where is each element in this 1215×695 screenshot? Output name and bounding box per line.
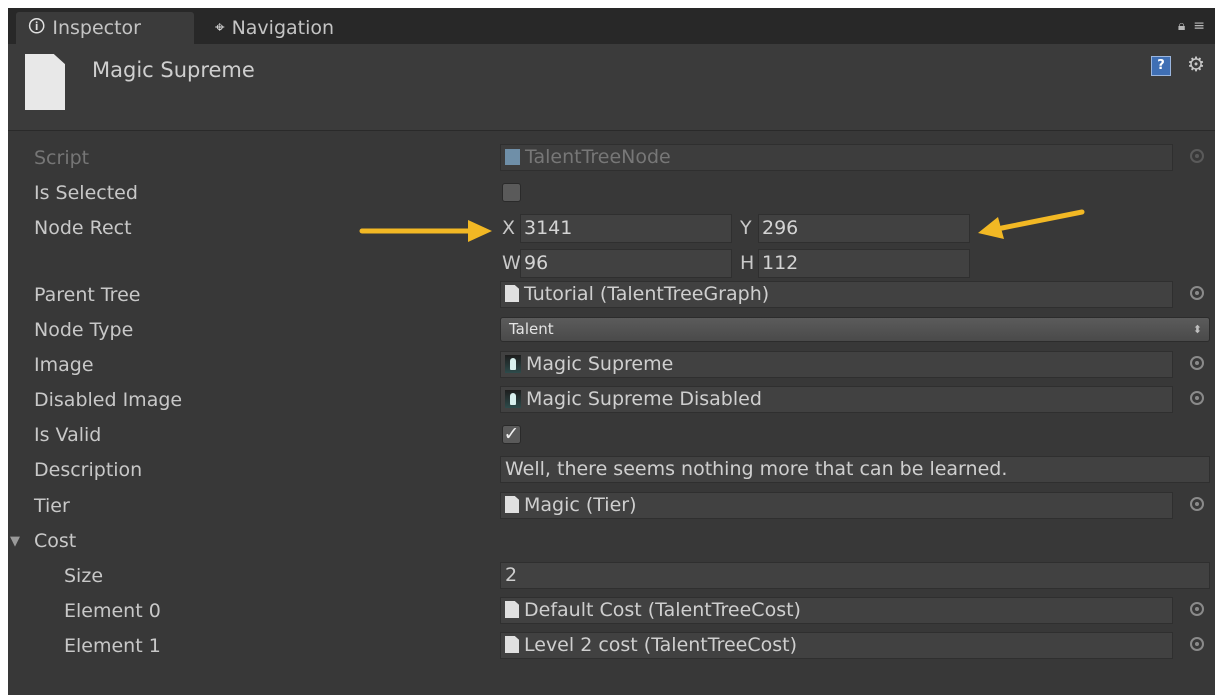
is-selected-checkbox[interactable] — [502, 183, 521, 202]
element-1-label: Element 1 — [64, 635, 161, 657]
document-icon — [25, 54, 65, 110]
object-picker-icon[interactable] — [1190, 637, 1204, 651]
element-0-field[interactable]: Default Cost (TalentTreeCost) — [500, 597, 1173, 624]
cost-size-label: Size — [64, 565, 104, 587]
asset-icon — [505, 636, 519, 653]
node-type-dropdown[interactable]: Talent ⬍ — [500, 317, 1210, 342]
script-label: Script — [34, 147, 90, 169]
arrow-annotation-right — [978, 209, 1085, 239]
help-icon[interactable]: ? — [1151, 56, 1171, 76]
image-field[interactable]: Magic Supreme — [500, 351, 1173, 378]
tab-inspector[interactable]: 🛈 Inspector — [16, 12, 194, 44]
sprite-icon — [505, 390, 521, 408]
gear-icon[interactable]: ⚙ — [1187, 52, 1205, 76]
row-cost[interactable]: ▼ Cost — [8, 524, 1215, 559]
asset-icon — [505, 601, 519, 618]
object-picker-icon — [1190, 149, 1204, 163]
script-icon — [505, 149, 520, 165]
tier-value: Magic (Tier) — [524, 494, 637, 516]
node-rect-label: Node Rect — [34, 217, 132, 239]
row-is-valid: Is Valid ✓ — [8, 418, 1215, 453]
rect-h-label: H — [740, 252, 755, 274]
row-tier: Tier Magic (Tier) — [8, 489, 1215, 524]
rect-x-label: X — [502, 217, 516, 239]
row-disabled-image: Disabled Image Magic Supreme Disabled — [8, 383, 1215, 418]
inspector-window: 🛈 Inspector ⌖ Navigation 🔒︎ ≡ Magic Supr… — [8, 8, 1215, 695]
rect-w-field[interactable]: 96 — [520, 249, 732, 278]
info-icon: 🛈 — [28, 16, 46, 37]
script-value: TalentTreeNode — [525, 146, 671, 168]
is-selected-label: Is Selected — [34, 182, 138, 204]
node-type-value: Talent — [509, 320, 554, 338]
tier-label: Tier — [34, 495, 70, 517]
description-field[interactable]: Well, there seems nothing more that can … — [500, 456, 1210, 483]
tab-bar: 🛈 Inspector ⌖ Navigation 🔒︎ ≡ — [8, 8, 1215, 44]
cost-size-field[interactable]: 2 — [500, 562, 1210, 589]
tab-navigation-label: Navigation — [231, 17, 335, 39]
cost-label: Cost — [34, 530, 77, 552]
element-0-value: Default Cost (TalentTreeCost) — [524, 599, 801, 621]
navigation-icon: ⌖ — [215, 18, 225, 38]
image-label: Image — [34, 354, 94, 376]
row-description: Description Well, there seems nothing mo… — [8, 453, 1215, 488]
tab-menu-controls: 🔒︎ ≡ — [1178, 18, 1205, 34]
arrow-annotation-left — [359, 220, 492, 242]
lock-icon[interactable]: 🔒︎ — [1178, 18, 1185, 34]
parent-tree-field[interactable]: Tutorial (TalentTreeGraph) — [500, 281, 1173, 308]
disabled-image-label: Disabled Image — [34, 389, 183, 411]
rect-y: Y 296 — [740, 214, 970, 243]
rect-y-field[interactable]: 296 — [758, 214, 970, 243]
sprite-icon — [505, 355, 521, 373]
object-picker-icon[interactable] — [1190, 391, 1204, 405]
rect-h-field[interactable]: 112 — [758, 249, 970, 278]
is-valid-label: Is Valid — [34, 424, 102, 446]
menu-icon[interactable]: ≡ — [1193, 18, 1205, 34]
object-title: Magic Supreme — [92, 58, 255, 82]
element-0-label: Element 0 — [64, 600, 161, 622]
row-node-type: Node Type Talent ⬍ — [8, 313, 1215, 348]
asset-icon — [505, 496, 519, 513]
object-picker-icon[interactable] — [1190, 497, 1204, 511]
rect-x-field[interactable]: 3141 — [520, 214, 732, 243]
row-cost-element-0: Element 0 Default Cost (TalentTreeCost) — [8, 594, 1215, 629]
node-type-label: Node Type — [34, 319, 134, 341]
rect-w-label: W — [502, 252, 521, 274]
rect-w: W 96 — [502, 249, 732, 278]
foldout-arrow-icon[interactable]: ▼ — [10, 534, 20, 549]
parent-tree-value: Tutorial (TalentTreeGraph) — [524, 283, 770, 305]
rect-h: H 112 — [740, 249, 970, 278]
row-parent-tree: Parent Tree Tutorial (TalentTreeGraph) — [8, 278, 1215, 313]
rect-y-label: Y — [740, 217, 752, 239]
parent-tree-label: Parent Tree — [34, 284, 141, 306]
object-picker-icon[interactable] — [1190, 286, 1204, 300]
object-header: Magic Supreme ? ⚙ — [8, 44, 1215, 131]
image-value: Magic Supreme — [526, 353, 674, 375]
script-field: TalentTreeNode — [500, 144, 1173, 171]
disabled-image-value: Magic Supreme Disabled — [526, 388, 762, 410]
tab-navigation[interactable]: ⌖ Navigation — [211, 12, 334, 44]
row-script: Script TalentTreeNode — [8, 141, 1215, 176]
row-cost-size: Size 2 — [8, 559, 1215, 594]
disabled-image-field[interactable]: Magic Supreme Disabled — [500, 386, 1173, 413]
is-valid-checkbox[interactable]: ✓ — [502, 425, 521, 444]
description-label: Description — [34, 459, 143, 481]
object-picker-icon[interactable] — [1190, 356, 1204, 370]
rect-x: X 3141 — [502, 214, 732, 243]
tab-inspector-label: Inspector — [52, 17, 141, 39]
row-image: Image Magic Supreme — [8, 348, 1215, 383]
object-picker-icon[interactable] — [1190, 602, 1204, 616]
row-cost-element-1: Element 1 Level 2 cost (TalentTreeCost) — [8, 629, 1215, 664]
dropdown-arrow-icon: ⬍ — [1192, 323, 1202, 336]
asset-icon — [505, 285, 519, 302]
element-1-value: Level 2 cost (TalentTreeCost) — [524, 634, 797, 656]
element-1-field[interactable]: Level 2 cost (TalentTreeCost) — [500, 632, 1173, 659]
tier-field[interactable]: Magic (Tier) — [500, 492, 1173, 519]
